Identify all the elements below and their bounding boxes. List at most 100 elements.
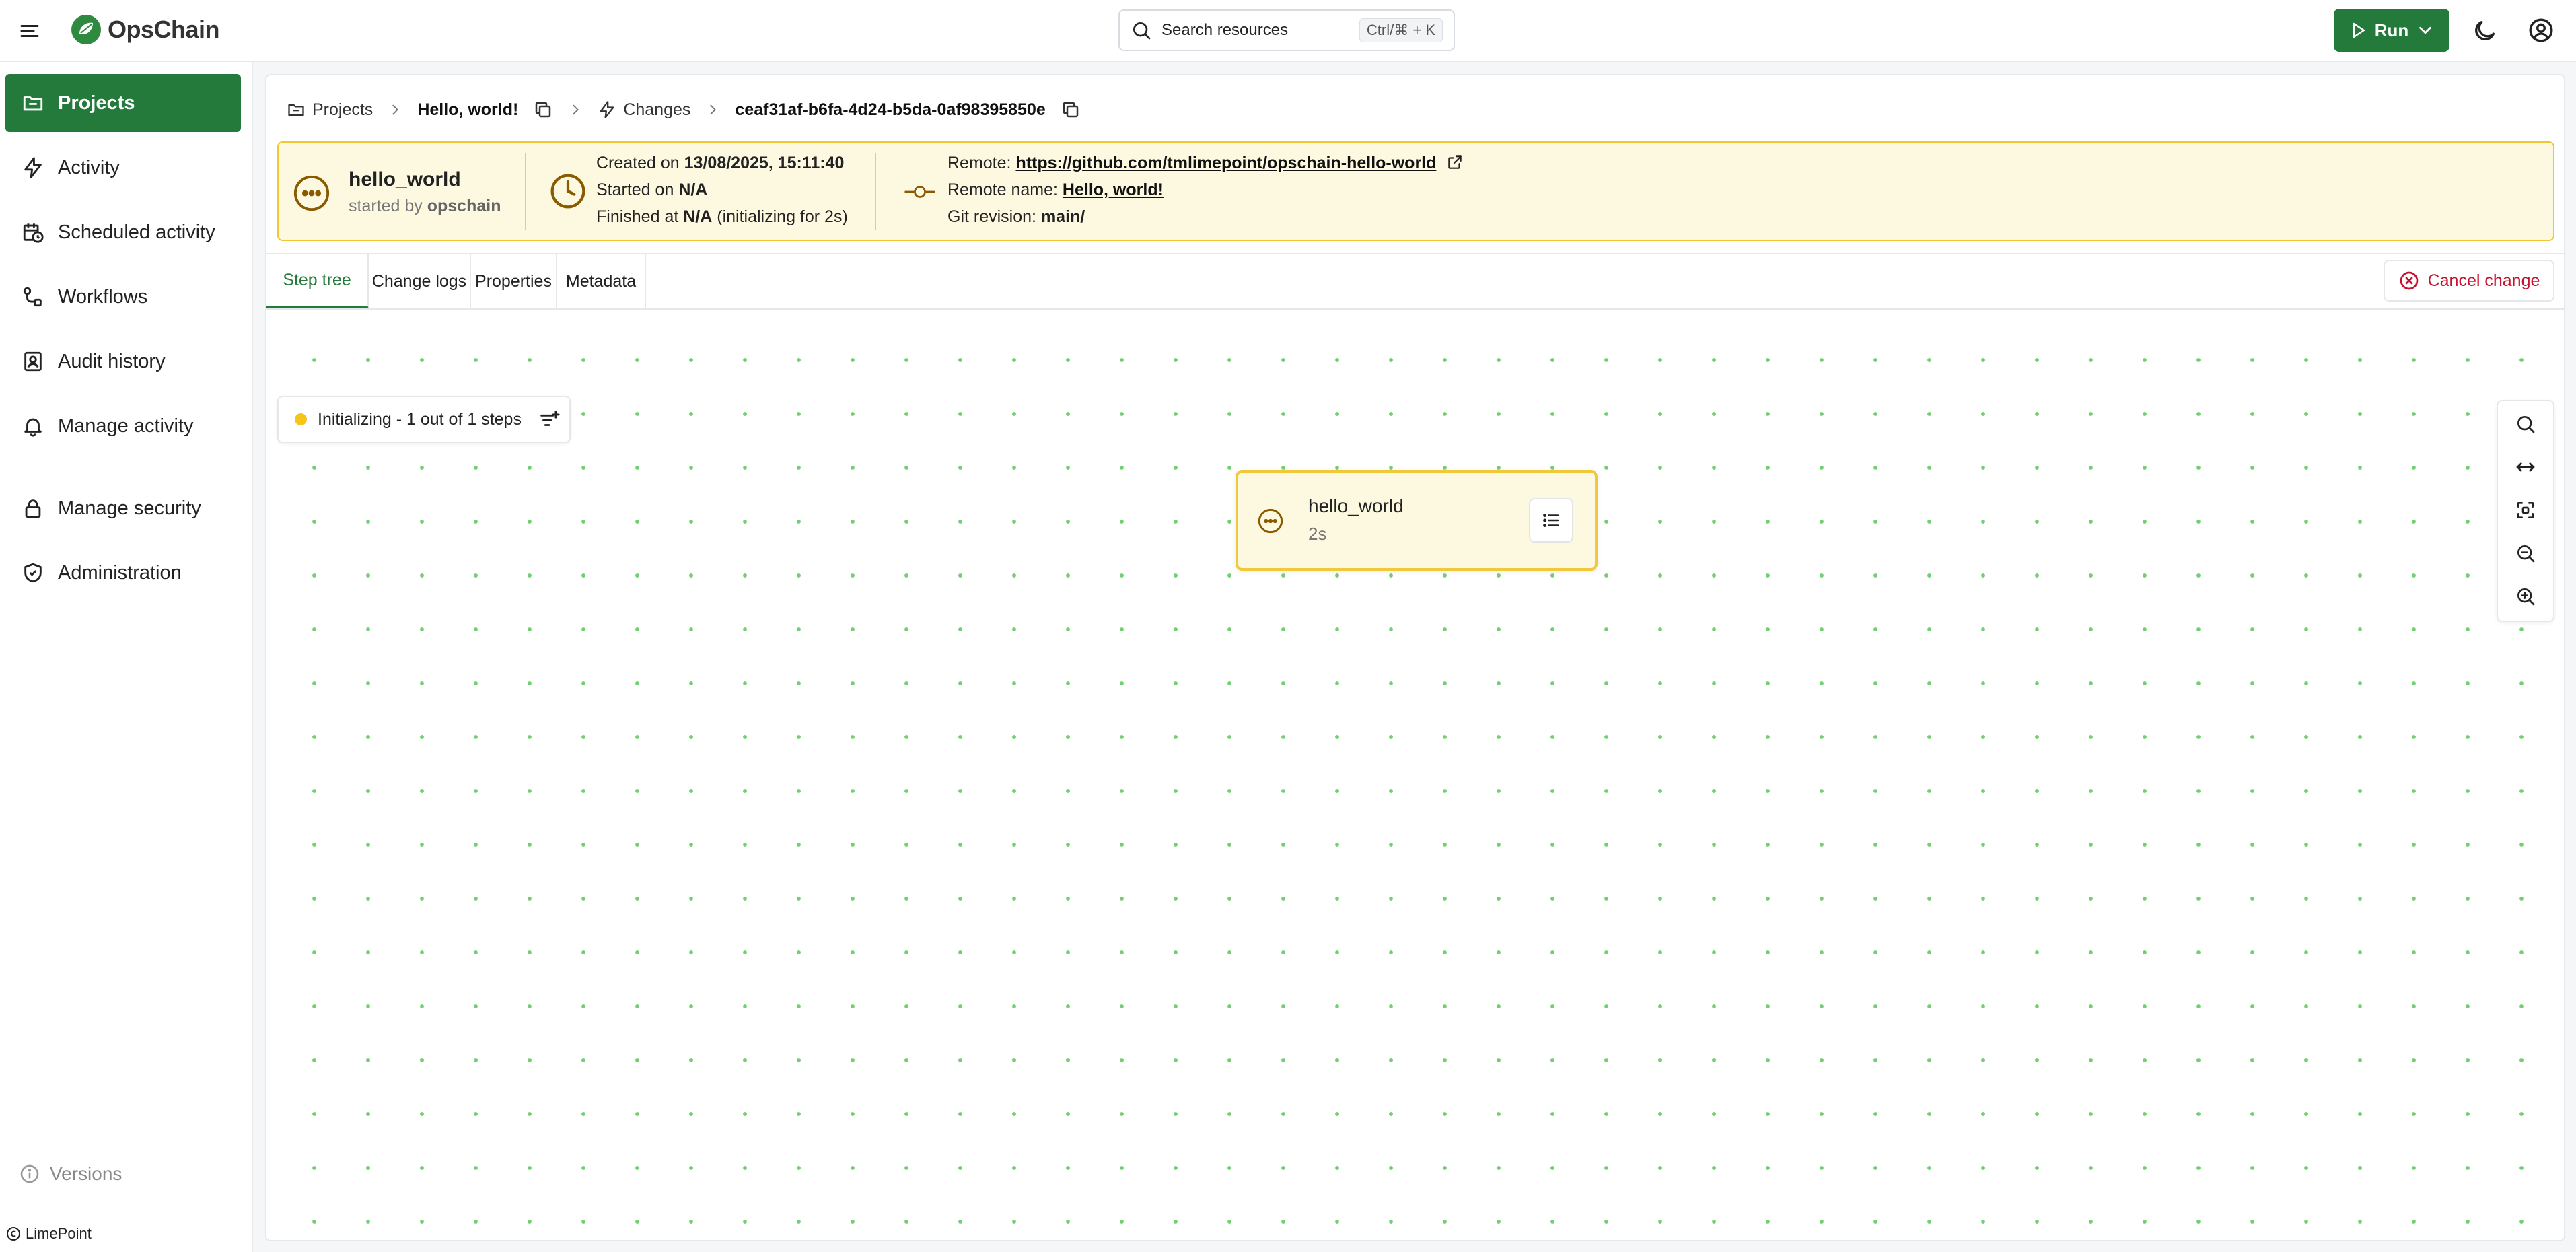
calendar-clock-icon [23,223,44,243]
change-name: hello_world [349,168,461,190]
sidebar-item-label: Workflows [58,285,148,308]
finished-prefix: Finished at [596,207,679,226]
remote: Remote: https://github.com/tmlimepoint/o… [947,153,1464,173]
sidebar-item-label: Manage security [58,497,201,519]
tab-properties[interactable]: Properties [471,254,557,308]
copyright-notice: LimePoint [5,1225,92,1243]
sidebar-item-label: Activity [58,156,120,178]
remote-name: Remote name: Hello, world! [947,180,1164,200]
tab-step-tree[interactable]: Step tree [266,254,369,308]
sidebar-item-manage-security[interactable]: Manage security [5,479,241,537]
pending-status-icon [293,175,330,211]
user-circle-icon[interactable] [2528,17,2554,44]
cancel-change-button[interactable]: Cancel change [2384,260,2554,302]
run-button[interactable]: Run [2334,9,2449,52]
versions-label: Versions [50,1163,122,1184]
external-link-icon[interactable] [1446,153,1464,171]
pending-status-icon [1258,508,1283,534]
fit-width-button[interactable] [2498,446,2553,489]
zoom-out-button[interactable] [2498,532,2553,575]
breadcrumb-changes[interactable]: Changes [598,100,690,120]
sidebar-item-label: Administration [58,561,182,584]
menu-icon[interactable] [17,19,42,43]
search-icon [1133,22,1151,40]
tab-metadata[interactable]: Metadata [557,254,646,308]
sidebar-item-label: Projects [58,92,135,114]
lightning-icon [24,157,42,178]
sidebar-item-audit-history[interactable]: Audit history [5,333,241,390]
sidebar-item-scheduled-activity[interactable]: Scheduled activity [5,203,241,261]
main-panel: Projects Hello, world! Changes ceaf31af-… [265,74,2565,1241]
git-revision-value: main/ [1040,207,1085,226]
started-by-prefix: started by [349,197,423,215]
cancel-circle-icon [2400,271,2418,290]
remote-url-link[interactable]: https://github.com/tmlimepoint/opschain-… [1015,153,1436,172]
created-prefix: Created on [596,153,680,172]
started-prefix: Started on [596,180,674,199]
finished-at: Finished at N/A (initializing for 2s) [596,207,848,227]
sidebar-item-manage-activity[interactable]: Manage activity [5,397,241,455]
git-revision-prefix: Git revision: [947,207,1036,226]
started-by: started by opschain [349,197,501,216]
opschain-logo-icon [71,15,101,44]
step-logs-button[interactable] [1529,498,1573,543]
zoom-out-icon [2517,545,2535,563]
step-node[interactable]: hello_world 2s [1236,470,1598,571]
workflow-icon [23,287,42,307]
started-value: N/A [678,180,708,199]
step-duration: 2s [1308,524,1327,544]
remote-prefix: Remote: [947,153,1011,172]
step-name: hello_world [1308,495,1404,516]
filter-icon[interactable] [538,408,561,431]
breadcrumb-project[interactable]: Hello, world! [417,100,518,120]
lock-icon [25,499,41,518]
sidebar-item-label: Audit history [58,350,166,372]
breadcrumb-projects[interactable]: Projects [287,100,373,120]
finished-value: N/A [683,207,713,226]
copy-icon[interactable] [1061,100,1081,120]
sidebar-item-projects[interactable]: Projects [5,74,241,132]
canvas-controls [2497,400,2554,622]
search-input[interactable]: Search resources Ctrl/⌘ + K [1118,9,1455,51]
sidebar-item-label: Scheduled activity [58,221,215,243]
started-on: Started on N/A [596,180,707,200]
fit-view-button[interactable] [2498,489,2553,532]
started-by-user: opschain [427,197,501,215]
copy-icon[interactable] [533,100,553,120]
canvas-search-button[interactable] [2498,403,2553,446]
breadcrumb: Projects Hello, world! Changes ceaf31af-… [287,89,1081,131]
search-shortcut-badge: Ctrl/⌘ + K [1359,18,1443,42]
sidebar-item-label: Manage activity [58,415,194,437]
remote-name-link[interactable]: Hello, world! [1063,180,1164,199]
breadcrumb-project-label: Hello, world! [417,100,519,119]
fit-width-icon [2516,462,2535,472]
moon-icon[interactable] [2471,18,2498,44]
versions-link[interactable]: Versions [19,1163,122,1185]
folder-icon [288,104,304,116]
copyright-text: LimePoint [26,1225,92,1242]
created-on: Created on 13/08/2025, 15:11:40 [596,153,844,173]
finished-suffix: (initializing for 2s) [717,207,848,226]
run-button-label: Run [2374,20,2409,40]
opschain-logo[interactable]: OpsChain [70,13,220,46]
chevron-right-icon [573,104,579,115]
search-icon [2517,416,2535,433]
summary-divider [875,153,876,230]
created-value: 13/08/2025, 15:11:40 [684,153,845,172]
info-icon [20,1164,39,1183]
zoom-in-button[interactable] [2498,575,2553,618]
summary-divider [525,153,526,230]
zoom-in-icon [2517,588,2535,606]
chevron-down-icon [2419,26,2432,34]
sidebar-item-workflows[interactable]: Workflows [5,268,241,326]
sidebar-item-administration[interactable]: Administration [5,544,241,602]
tab-change-logs[interactable]: Change logs [369,254,471,308]
change-summary-card: hello_world started by opschain Created … [277,141,2554,241]
cancel-change-label: Cancel change [2427,271,2540,290]
git-commit-icon [904,186,935,198]
git-revision: Git revision: main/ [947,207,1085,227]
step-tree-canvas[interactable]: Initializing - 1 out of 1 steps hello_wo… [266,310,2564,1240]
bell-icon [24,418,42,437]
breadcrumb-projects-label: Projects [312,100,373,119]
sidebar-item-activity[interactable]: Activity [5,139,241,197]
